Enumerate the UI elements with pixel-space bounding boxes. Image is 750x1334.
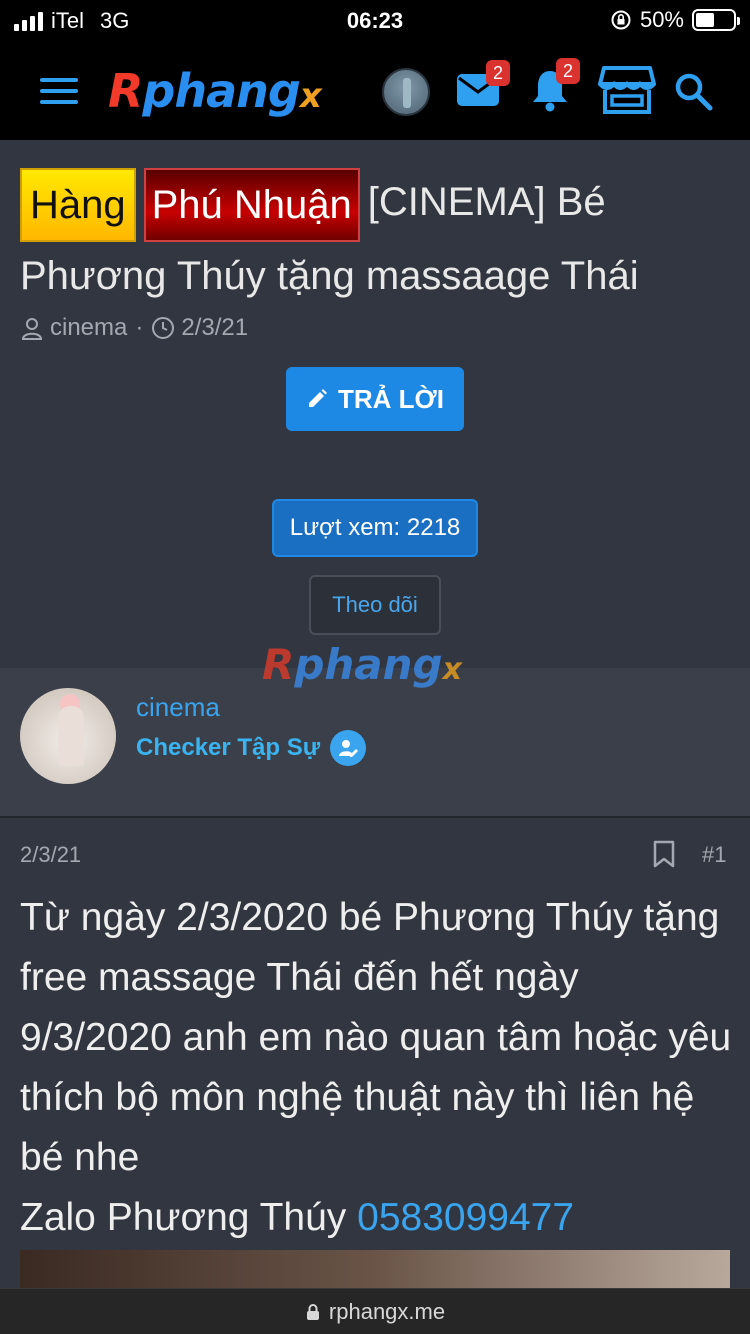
- rotation-lock-icon: [611, 10, 631, 30]
- user-role-label: Checker Tập Sự: [136, 734, 321, 761]
- thread-date[interactable]: 2/3/21: [181, 314, 248, 342]
- post-body: Từ ngày 2/3/2020 bé Phương Thúy tặng fre…: [20, 888, 740, 1248]
- view-count: Lượt xem: 2218: [272, 499, 478, 557]
- checker-badge-icon: [330, 730, 367, 766]
- search-button[interactable]: [674, 72, 714, 117]
- browser-url-bar[interactable]: rphangx.me: [0, 1288, 750, 1334]
- prefix-label-hang[interactable]: Hàng: [20, 168, 136, 242]
- messages-badge: 2: [486, 60, 510, 86]
- meta-separator: ·: [135, 314, 144, 341]
- phone-link[interactable]: 0583099477: [357, 1196, 574, 1239]
- post-zalo-label: Zalo Phương Thúy: [20, 1196, 358, 1239]
- follow-button[interactable]: Theo dõi: [309, 575, 441, 635]
- app-header: Rphangx 2 2: [0, 40, 750, 140]
- thread-author[interactable]: cinema: [50, 314, 127, 342]
- user-avatar[interactable]: [382, 68, 430, 116]
- thread-meta: cinema · 2/3/21: [20, 314, 248, 342]
- status-right: 50%: [610, 7, 740, 33]
- store-button[interactable]: [598, 64, 656, 121]
- battery-icon: [692, 9, 740, 31]
- reply-button-label: TRẢ LỜI: [338, 383, 444, 414]
- status-bar: iTel 3G 06:23 50%: [0, 0, 750, 40]
- thread-title: Hàng Phú Nhuận [CINEMA] Bé Phương Thúy tặn…: [20, 168, 732, 310]
- site-logo[interactable]: Rphangx: [108, 64, 322, 118]
- bookmark-icon: [653, 840, 675, 868]
- post-body-text: Từ ngày 2/3/2020 bé Phương Thúy tặng fre…: [20, 896, 732, 1179]
- user-role: Checker Tập Sự: [136, 730, 367, 766]
- search-icon: [675, 73, 713, 111]
- prefix-label-phu-nhuan[interactable]: Phú Nhuận: [143, 168, 360, 242]
- messages-button[interactable]: 2: [456, 60, 510, 115]
- post-message: 2/3/21 #1 Từ ngày 2/3/2020 bé Phương Thú…: [0, 818, 750, 1310]
- battery-percent: 50%: [639, 7, 684, 32]
- user-icon: [21, 318, 43, 340]
- lock-icon: [306, 1303, 319, 1320]
- user-avatar-large[interactable]: [20, 688, 116, 784]
- menu-icon[interactable]: [40, 78, 78, 104]
- reply-button[interactable]: TRẢ LỜI: [286, 367, 464, 431]
- post-date[interactable]: 2/3/21: [20, 842, 81, 868]
- store-icon: [598, 66, 656, 114]
- post-user-block: cinema Checker Tập Sự: [0, 668, 750, 818]
- alerts-badge: 2: [556, 58, 580, 84]
- user-name[interactable]: cinema: [136, 692, 220, 723]
- clock-icon: [152, 317, 175, 339]
- url-domain: rphangx.me: [328, 1298, 446, 1324]
- thread-header: Hàng Phú Nhuận [CINEMA] Bé Phương Thúy tặn…: [0, 140, 750, 668]
- alerts-button[interactable]: 2: [530, 58, 580, 117]
- pencil-icon: [309, 389, 328, 407]
- bookmark-button[interactable]: [652, 840, 676, 873]
- watermark-logo: Rphangx: [262, 640, 462, 689]
- post-number[interactable]: #1: [702, 842, 726, 868]
